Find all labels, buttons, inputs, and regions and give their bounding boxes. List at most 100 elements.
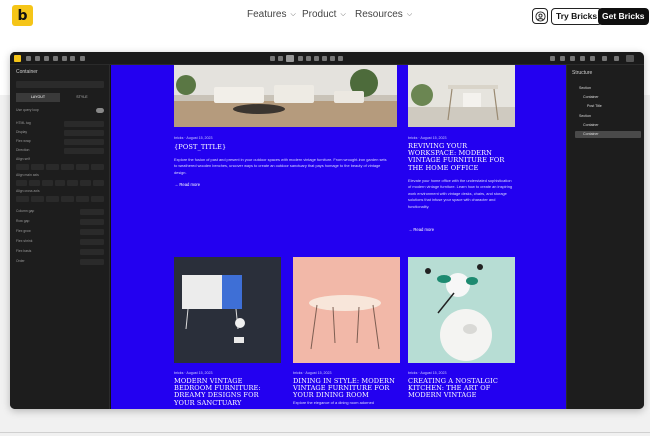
nav-product[interactable]: Product ⌵ bbox=[302, 9, 346, 20]
chevron-down-icon: ⌵ bbox=[290, 10, 296, 18]
setting-label: Column gap bbox=[16, 209, 35, 213]
post-card[interactable]: bricks · August 15, 2023 CREATING A NOST… bbox=[408, 257, 515, 409]
bricks-logo[interactable]: b bbox=[12, 5, 33, 26]
setting-label: Row gap bbox=[16, 219, 30, 223]
try-bricks-button[interactable]: Try Bricks bbox=[551, 8, 603, 25]
builder-canvas[interactable]: bricks · August 15, 2023 {POST_TITLE} Ex… bbox=[111, 65, 566, 409]
setting-input[interactable] bbox=[80, 229, 104, 235]
post-image-patio bbox=[174, 65, 397, 127]
setting-row[interactable]: Column gap bbox=[16, 209, 104, 215]
device-icon[interactable] bbox=[330, 56, 335, 61]
post-image-office bbox=[408, 65, 515, 127]
setting-row[interactable]: Flex shrink bbox=[16, 239, 104, 245]
bricks-logo-small-icon bbox=[14, 55, 21, 62]
post-title[interactable]: CREATING A NOSTALGIC KITCHEN: THE ART OF… bbox=[408, 377, 515, 400]
save-icon[interactable] bbox=[626, 55, 634, 62]
structure-item[interactable]: Post Title bbox=[579, 103, 641, 110]
device-icon[interactable] bbox=[338, 56, 343, 61]
structure-item-selected[interactable]: Container bbox=[575, 131, 641, 138]
structure-title: Structure bbox=[572, 70, 593, 76]
tab-style[interactable]: STYLE bbox=[60, 93, 104, 102]
tool-icon[interactable] bbox=[580, 56, 585, 61]
tool-icon[interactable] bbox=[550, 56, 555, 61]
post-image-dining bbox=[293, 257, 400, 363]
tool-icon[interactable] bbox=[70, 56, 75, 61]
builder-toolbar bbox=[10, 52, 644, 65]
tool-icon[interactable] bbox=[62, 56, 67, 61]
toggle[interactable] bbox=[96, 108, 104, 113]
tool-icon[interactable] bbox=[570, 56, 575, 61]
post-title[interactable]: REVIVING YOUR WORKSPACE: MODERN VINTAGE … bbox=[408, 142, 513, 172]
panel-title: Container bbox=[16, 69, 38, 75]
arrow-right-icon: → bbox=[408, 227, 413, 232]
setting-row[interactable]: Flex basis bbox=[16, 249, 104, 255]
setting-input[interactable] bbox=[80, 219, 104, 225]
structure-item[interactable]: Container bbox=[575, 94, 641, 101]
tab-layout[interactable]: LAYOUT bbox=[16, 93, 60, 102]
setting-label: Direction bbox=[16, 148, 30, 152]
device-icon[interactable] bbox=[278, 56, 283, 61]
setting-row[interactable]: Order bbox=[16, 259, 104, 265]
setting-row[interactable]: HTML tag bbox=[16, 121, 104, 127]
tool-icon[interactable] bbox=[26, 56, 31, 61]
post-title[interactable]: DINING IN STYLE: MODERN VINTAGE FURNITUR… bbox=[293, 377, 400, 400]
post-meta: bricks · August 15, 2023 bbox=[293, 371, 332, 375]
nav-features[interactable]: Features ⌵ bbox=[247, 9, 296, 20]
device-icon[interactable] bbox=[306, 56, 311, 61]
setting-input[interactable] bbox=[80, 239, 104, 245]
panel-search-input[interactable] bbox=[16, 81, 104, 88]
post-title[interactable]: {POST_TITLE} bbox=[174, 143, 284, 151]
device-icon[interactable] bbox=[314, 56, 319, 61]
setting-row[interactable]: Display bbox=[16, 130, 104, 136]
chevron-down-icon: ⌵ bbox=[406, 10, 413, 18]
tool-icon[interactable] bbox=[80, 56, 85, 61]
nav-product-label: Product bbox=[302, 9, 337, 20]
device-icon[interactable] bbox=[298, 56, 303, 61]
setting-row[interactable]: Direction bbox=[16, 148, 104, 154]
account-button[interactable] bbox=[532, 8, 548, 24]
setting-select[interactable] bbox=[64, 130, 104, 136]
device-icon[interactable] bbox=[270, 56, 275, 61]
post-excerpt: Elevate your home office with the unders… bbox=[408, 178, 513, 209]
structure-item[interactable]: Section bbox=[571, 113, 641, 120]
device-icon[interactable] bbox=[322, 56, 327, 61]
tool-icon[interactable] bbox=[35, 56, 40, 61]
tool-icon[interactable] bbox=[44, 56, 49, 61]
align-main-options[interactable] bbox=[16, 180, 105, 186]
tool-icon[interactable] bbox=[560, 56, 565, 61]
read-more-link[interactable]: → Read more bbox=[408, 227, 434, 232]
post-card[interactable]: bricks · August 15, 2023 {POST_TITLE} Ex… bbox=[174, 65, 397, 215]
nav-resources[interactable]: Resources ⌵ bbox=[355, 9, 412, 20]
desktop-icon[interactable] bbox=[286, 55, 294, 62]
setting-row[interactable]: Use query loop bbox=[16, 108, 104, 114]
setting-row[interactable]: Flex wrap bbox=[16, 139, 104, 145]
setting-label: HTML tag bbox=[16, 121, 31, 125]
align-self-options[interactable] bbox=[16, 164, 104, 170]
get-bricks-button[interactable]: Get Bricks bbox=[598, 8, 649, 25]
setting-select[interactable] bbox=[64, 121, 104, 127]
tool-icon[interactable] bbox=[602, 56, 607, 61]
chevron-down-icon: ⌵ bbox=[340, 10, 346, 18]
read-more-link[interactable]: → Read more bbox=[174, 182, 200, 187]
post-card[interactable]: bricks · August 15, 2023 MODERN VINTAGE … bbox=[174, 257, 281, 409]
element-settings-panel: Container LAYOUT STYLE Use query loop HT… bbox=[10, 65, 110, 409]
tool-icon[interactable] bbox=[614, 56, 619, 61]
post-title[interactable]: MODERN VINTAGE BEDROOM FURNITURE: DREAMY… bbox=[174, 377, 281, 407]
setting-select[interactable] bbox=[64, 139, 104, 145]
setting-row[interactable]: Flex grow bbox=[16, 229, 104, 235]
tool-icon[interactable] bbox=[590, 56, 595, 61]
post-card[interactable]: bricks · August 15, 2023 DINING IN STYLE… bbox=[293, 257, 400, 409]
structure-item[interactable]: Section bbox=[571, 85, 641, 92]
structure-item[interactable]: Container bbox=[575, 122, 641, 129]
setting-input[interactable] bbox=[80, 249, 104, 255]
setting-input[interactable] bbox=[80, 259, 104, 265]
tool-icon[interactable] bbox=[53, 56, 58, 61]
post-meta: bricks · August 15, 2023 bbox=[408, 371, 447, 375]
post-card[interactable]: bricks · August 15, 2023 REVIVING YOUR W… bbox=[408, 65, 515, 235]
setting-label: Flex basis bbox=[16, 249, 32, 253]
setting-input[interactable] bbox=[80, 209, 104, 215]
setting-row[interactable]: Row gap bbox=[16, 219, 104, 225]
post-excerpt: Explore the fusion of past and present i… bbox=[174, 157, 387, 175]
align-cross-options[interactable] bbox=[16, 196, 104, 202]
setting-select[interactable] bbox=[64, 148, 104, 154]
